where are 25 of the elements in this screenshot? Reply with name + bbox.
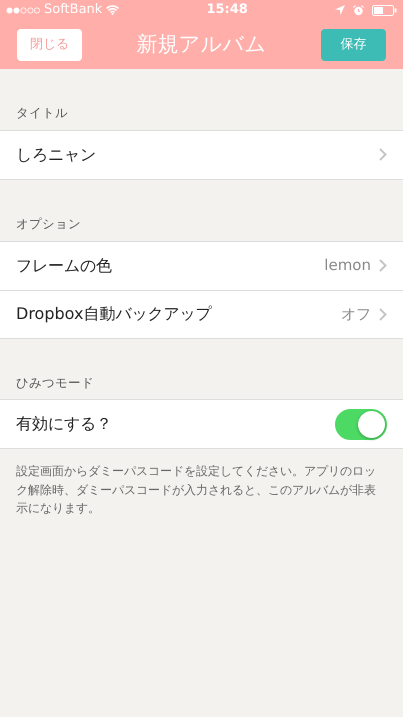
section-header: タイトル [15,104,69,122]
location-arrow-icon [334,5,345,15]
screen-title: 新規アルバム [136,30,266,58]
row-value: lemon [324,255,371,276]
settings-row[interactable]: しろニャン [0,130,403,179]
chevron-icon [379,259,387,272]
signal-icon [6,6,40,14]
row-label: しろニャン [16,144,97,166]
row-label: フレームの色 [16,254,113,276]
battery-icon [372,4,397,16]
wifi-icon [106,5,120,15]
row-label: Dropbox自動バックアップ [16,303,213,325]
settings-row[interactable]: フレームの色 lemon [0,242,403,290]
carrier-name: SoftBank [44,1,102,20]
toggle-switch[interactable] [335,408,387,440]
section-header: オプション [15,214,82,233]
section-header: ひみつモード [15,374,95,392]
footer-note: 設定画面からダミーパスコードを設定してください。アプリのロック解除時、ダミーパスコードが入力されると、このアルバムが非表示になります。 [15,463,377,518]
row-label: 有効にする？ [16,413,113,436]
settings-row[interactable]: Dropbox自動バックアップ オフ [0,290,403,338]
chevron-icon [379,308,387,320]
chevron-icon [379,148,387,162]
alarm-clock-icon [352,4,364,16]
status-time: 15:48 [206,1,248,20]
row-value: オフ [341,304,371,325]
